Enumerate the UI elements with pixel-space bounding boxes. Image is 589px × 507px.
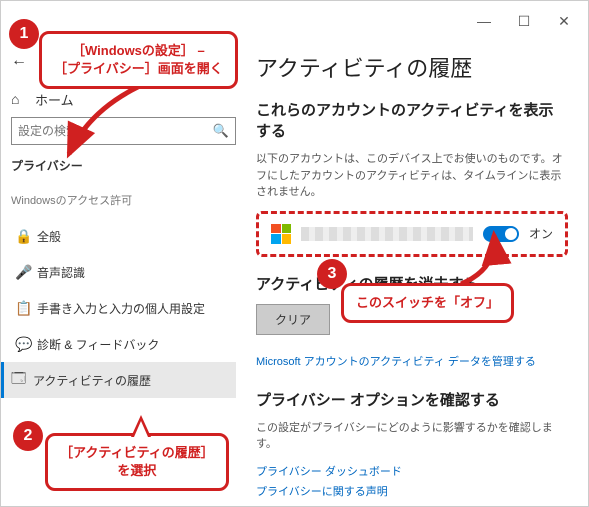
show-activity-desc: 以下のアカウントは、このデバイス上でお使いのものです。オフにしたアカウントのアク… xyxy=(256,151,568,201)
annotation-callout-1: ［Windowsの設定］ – ［プライバシー］画面を開く xyxy=(39,31,238,89)
annotation-arrow-1 xyxy=(61,76,181,166)
show-activity-heading: これらのアカウントのアクティビティを表示する xyxy=(256,99,568,141)
sidebar-item-label: 手書き入力と入力の個人用設定 xyxy=(37,300,205,317)
search-icon: 🔍 xyxy=(213,123,229,139)
manage-activity-link[interactable]: Microsoft アカウントのアクティビティ データを管理する xyxy=(256,353,568,369)
sidebar-item-label: 音声認識 xyxy=(37,264,85,281)
close-button[interactable]: ✕ xyxy=(544,6,584,36)
lock-icon: 🔒 xyxy=(15,228,37,245)
clipboard-icon: 📋 xyxy=(15,300,37,317)
microsoft-logo-icon xyxy=(271,224,291,244)
home-icon: ⌂ xyxy=(11,91,31,107)
sidebar-item-general[interactable]: 🔒 全般 xyxy=(11,218,236,254)
annotation-callout-2: ［アクティビティの履歴］ を選択 xyxy=(45,433,229,491)
options-desc: この設定がプライバシーにどのように影響するかを確認します。 xyxy=(256,420,568,453)
annotation-tail-2-inner xyxy=(134,421,148,437)
main-content: アクティビティの履歴 これらのアカウントのアクティビティを表示する 以下のアカウ… xyxy=(246,41,588,506)
toggle-label: オン xyxy=(529,225,553,242)
minimize-button[interactable]: — xyxy=(464,6,504,36)
feedback-icon: 💬 xyxy=(15,336,37,353)
sidebar-item-label: 診断 & フィードバック xyxy=(37,336,159,353)
annotation-arrow-3 xyxy=(449,229,519,289)
permissions-header: Windowsのアクセス許可 xyxy=(11,192,236,208)
clear-button[interactable]: クリア xyxy=(256,304,330,335)
account-toggle-box: オン xyxy=(256,211,568,257)
annotation-badge-2: 2 xyxy=(13,421,43,451)
sidebar-item-inking[interactable]: 📋 手書き入力と入力の個人用設定 xyxy=(11,290,236,326)
mic-icon: 🎤 xyxy=(15,264,37,281)
back-arrow-icon[interactable]: ← xyxy=(11,52,35,70)
sidebar-item-diagnostics[interactable]: 💬 診断 & フィードバック xyxy=(11,326,236,362)
annotation-callout-3: このスイッチを「オフ」 xyxy=(341,283,514,323)
activity-icon: 🗔 xyxy=(11,368,33,392)
options-heading: プライバシー オプションを確認する xyxy=(256,389,568,410)
annotation-badge-3: 3 xyxy=(317,259,347,289)
sidebar-item-activity-history[interactable]: 🗔 アクティビティの履歴 xyxy=(1,362,236,398)
annotation-badge-1: 1 xyxy=(9,19,39,49)
sidebar-item-speech[interactable]: 🎤 音声認識 xyxy=(11,254,236,290)
privacy-dashboard-link[interactable]: プライバシー ダッシュボード xyxy=(256,463,568,479)
sidebar-item-label: 全般 xyxy=(37,228,61,245)
page-title: アクティビティの履歴 xyxy=(256,51,568,83)
sidebar-item-label: アクティビティの履歴 xyxy=(33,372,151,389)
privacy-statement-link[interactable]: プライバシーに関する声明 xyxy=(256,483,568,499)
maximize-button[interactable]: ☐ xyxy=(504,6,544,36)
account-name-redacted xyxy=(301,227,473,241)
